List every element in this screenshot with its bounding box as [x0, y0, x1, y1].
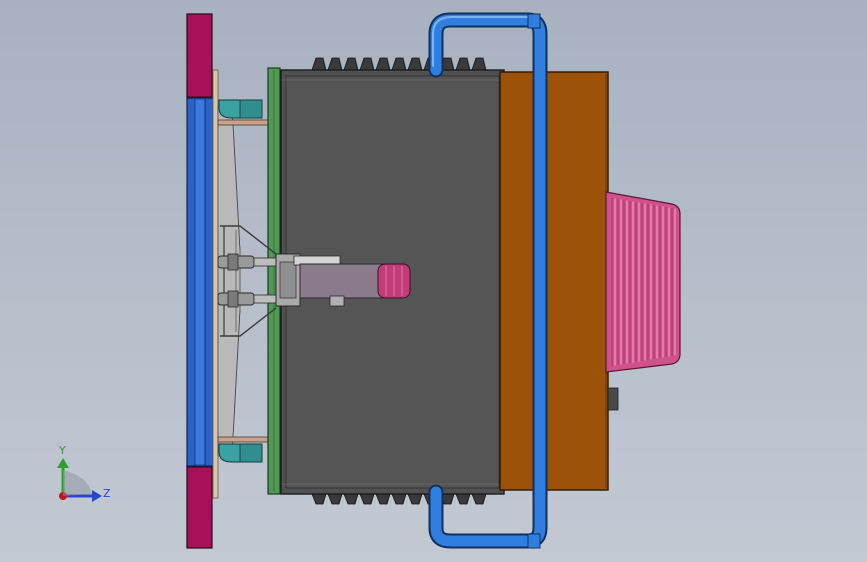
rear-switch	[607, 387, 619, 411]
coordinate-triad-icon: Y Z	[57, 444, 111, 502]
cad-model-drawing: Y Z	[57, 12, 681, 549]
fin	[455, 57, 471, 71]
reflector-funnel	[217, 105, 241, 457]
fin	[455, 493, 471, 505]
panel-edge-strip	[212, 69, 219, 499]
fin	[407, 493, 423, 505]
heatsink-fins-top	[311, 57, 487, 71]
axis-y-label: Y	[58, 444, 66, 457]
fin	[375, 493, 391, 505]
fin	[391, 493, 407, 505]
fin	[311, 57, 327, 71]
fin	[471, 493, 487, 505]
fin	[327, 57, 343, 71]
fin	[359, 493, 375, 505]
pink-ribbed-grill	[605, 191, 681, 373]
cad-viewport[interactable]: Y Z	[0, 0, 867, 562]
front-blue-panel	[186, 97, 215, 467]
fin	[391, 57, 407, 71]
fin	[359, 57, 375, 71]
orange-rear-box	[499, 71, 609, 491]
fin	[407, 57, 423, 71]
teal-bracket-bottom	[218, 443, 263, 463]
fin	[343, 493, 359, 505]
teal-bracket-top	[218, 99, 263, 119]
fin	[375, 57, 391, 71]
fin	[327, 493, 343, 505]
heatsink-fins-bottom	[311, 493, 487, 505]
fin	[311, 493, 327, 505]
axis-z-label: Z	[103, 487, 111, 500]
fin	[343, 57, 359, 71]
fin	[471, 57, 487, 71]
